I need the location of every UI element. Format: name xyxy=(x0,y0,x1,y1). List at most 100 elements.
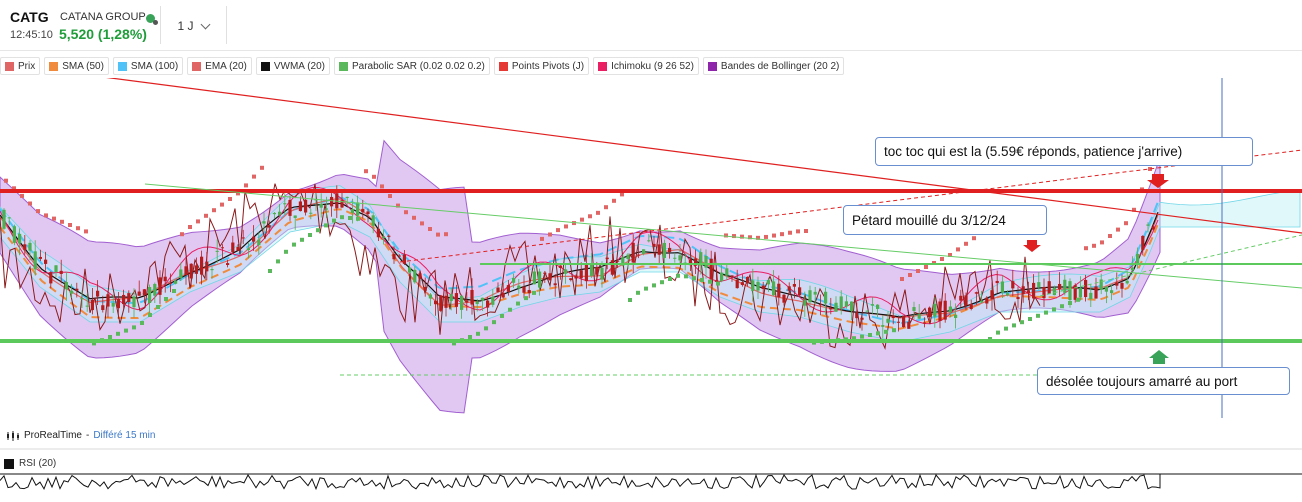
delay-label: Différé 15 min xyxy=(93,430,156,441)
candle-body xyxy=(179,269,183,279)
sar-dot xyxy=(1100,240,1104,245)
sar-dot xyxy=(916,269,920,273)
sar-dot xyxy=(788,230,792,235)
candle-body xyxy=(491,296,495,305)
candle-body xyxy=(954,314,958,318)
candle-body xyxy=(205,261,209,272)
candle-body xyxy=(496,287,500,293)
sar-dot xyxy=(76,226,80,231)
candle-body xyxy=(506,285,510,292)
rsi-legend[interactable]: RSI (20) xyxy=(4,458,56,469)
candle-body xyxy=(38,256,42,259)
candle-body xyxy=(720,272,724,282)
candle-body xyxy=(746,276,750,284)
candle-body xyxy=(361,208,365,213)
candle-body xyxy=(236,246,240,251)
candle-body xyxy=(782,294,786,303)
candle-body xyxy=(392,253,396,260)
sar-dot xyxy=(52,216,56,221)
sar-dot xyxy=(580,217,584,222)
price-chart[interactable] xyxy=(0,0,1302,502)
rsi-swatch xyxy=(4,458,14,469)
candle-body xyxy=(345,196,349,198)
candle-body xyxy=(371,215,375,226)
candle-body xyxy=(751,280,755,291)
candle-body xyxy=(538,271,542,288)
candle-body xyxy=(1125,280,1129,284)
sar-dot xyxy=(1124,221,1128,226)
sar-dot xyxy=(116,331,120,336)
candle-body xyxy=(590,263,594,276)
sar-dot xyxy=(132,325,136,330)
rsi-line xyxy=(0,473,1161,491)
sar-dot xyxy=(244,183,248,188)
candle-body xyxy=(943,300,947,320)
candle-body xyxy=(85,305,89,307)
candle-body xyxy=(382,237,386,239)
sar-dot xyxy=(324,223,328,228)
sar-dot xyxy=(1116,227,1120,232)
annotation-toc[interactable]: toc toc qui est la (5.59€ réponds, patie… xyxy=(875,137,1253,166)
candle-body xyxy=(122,294,126,305)
candle-body xyxy=(595,266,599,275)
sar-dot xyxy=(884,329,888,334)
sar-dot xyxy=(204,213,208,218)
candle-body xyxy=(818,304,822,306)
candle-body xyxy=(1151,226,1155,230)
candle-body xyxy=(907,321,911,329)
sar-dot xyxy=(508,307,512,312)
candle-body xyxy=(964,295,968,306)
candle-body xyxy=(288,199,292,216)
candle-body xyxy=(246,248,250,251)
sar-dot xyxy=(1108,234,1112,238)
sar-dot xyxy=(444,232,448,237)
sar-dot xyxy=(796,229,800,234)
sar-dot xyxy=(996,330,1000,335)
candle-body xyxy=(1078,288,1082,298)
annotation-desolee[interactable]: désolée toujours amarré au port xyxy=(1037,367,1290,395)
annotation-petard[interactable]: Pétard mouillé du 3/12/24 xyxy=(843,205,1047,235)
candle-body xyxy=(1021,286,1025,295)
sar-dot xyxy=(676,273,680,278)
candle-body xyxy=(59,270,63,274)
candle-body xyxy=(876,304,880,309)
candle-body xyxy=(652,243,656,247)
candle-body xyxy=(959,295,963,301)
candle-body xyxy=(647,240,651,242)
sar-dot xyxy=(692,276,696,281)
candle-body xyxy=(616,260,620,262)
candle-body xyxy=(439,295,443,311)
candle-body xyxy=(1026,290,1030,294)
candle-body xyxy=(896,321,900,323)
candle-body xyxy=(148,287,152,303)
candle-body xyxy=(522,286,526,293)
candle-body xyxy=(428,294,432,299)
candle-body xyxy=(454,293,458,307)
sar-dot xyxy=(772,233,776,238)
candle-body xyxy=(54,265,58,273)
candle-body xyxy=(1084,279,1088,298)
candle-body xyxy=(990,290,994,300)
sar-dot xyxy=(1092,243,1096,248)
sar-dot xyxy=(548,232,552,237)
candle-body xyxy=(174,280,178,284)
candle-body xyxy=(1037,282,1041,288)
candle-body xyxy=(257,239,261,246)
candle-body xyxy=(366,211,370,214)
candle-body xyxy=(569,278,573,281)
sar-dot xyxy=(284,249,288,254)
candle-body xyxy=(834,302,838,312)
sar-dot xyxy=(300,237,304,242)
sar-dot xyxy=(500,313,504,318)
candle-body xyxy=(480,297,484,301)
sar-dot xyxy=(964,241,968,246)
candle-body xyxy=(881,325,885,327)
sar-dot xyxy=(436,232,440,237)
candle-body xyxy=(137,291,141,296)
candle-body xyxy=(527,290,531,294)
candle-body xyxy=(532,271,536,285)
sar-dot xyxy=(420,221,424,226)
candle-body xyxy=(397,255,401,257)
candle-body xyxy=(803,300,807,306)
candle-body xyxy=(777,283,781,298)
